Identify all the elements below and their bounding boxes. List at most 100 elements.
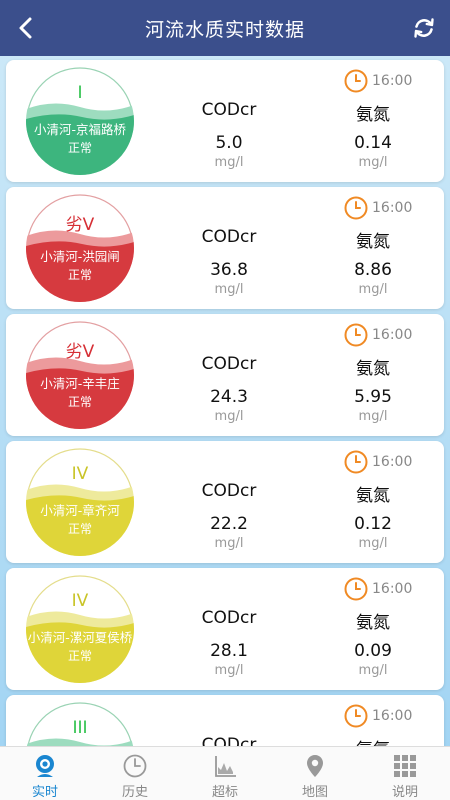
water-quality-circle: 劣V 小清河-洪园闸 正常 bbox=[26, 194, 134, 302]
clock-icon bbox=[344, 69, 368, 93]
nh-unit: mg/l bbox=[358, 409, 388, 424]
station-card[interactable]: III 16:00 CODcr 氨氮 bbox=[6, 695, 444, 746]
grade-label: III bbox=[72, 718, 88, 738]
tab-label: 说明 bbox=[391, 785, 418, 800]
station-card[interactable]: I 小清河-京福路桥 正常 16:00 CODcr 5.0 mg/l 氨氮 0.… bbox=[6, 60, 444, 182]
time-text: 16:00 bbox=[372, 708, 413, 724]
water-quality-circle: I 小清河-京福路桥 正常 bbox=[26, 67, 134, 175]
status-label: 正常 bbox=[67, 395, 92, 409]
cod-unit: mg/l bbox=[214, 155, 244, 170]
water-quality-circle: 劣V 小清河-辛丰庄 正常 bbox=[26, 321, 134, 429]
grade-label: 劣V bbox=[65, 342, 95, 362]
cod-value: 22.2 bbox=[210, 514, 248, 534]
cod-label: CODcr bbox=[201, 608, 257, 628]
update-time: 16:00 bbox=[344, 450, 412, 474]
cod-unit: mg/l bbox=[214, 409, 244, 424]
nh-value: 8.86 bbox=[354, 260, 392, 280]
station-name: 小清河-章齐河 bbox=[40, 503, 120, 518]
clock-icon bbox=[344, 323, 368, 347]
tab-map[interactable]: 地图 bbox=[270, 747, 360, 800]
refresh-button[interactable] bbox=[406, 10, 442, 46]
nh-unit: mg/l bbox=[358, 536, 388, 551]
station-card[interactable]: 劣V 小清河-辛丰庄 正常 16:00 CODcr 24.3 mg/l 氨氮 5… bbox=[6, 314, 444, 436]
update-time: 16:00 bbox=[344, 323, 412, 347]
tab-label: 超标 bbox=[211, 785, 238, 800]
nh-value: 0.09 bbox=[354, 641, 392, 661]
water-quality-circle: IV 小清河-漯河夏侯桥 正常 bbox=[26, 575, 134, 683]
chevron-left-icon bbox=[19, 17, 32, 39]
nh-label: 氨氮 bbox=[356, 359, 390, 379]
clock-icon bbox=[344, 577, 368, 601]
cod-label: CODcr bbox=[201, 481, 257, 501]
update-time: 16:00 bbox=[344, 69, 412, 93]
station-card[interactable]: 劣V 小清河-洪园闸 正常 16:00 CODcr 36.8 mg/l 氨氮 8… bbox=[6, 187, 444, 309]
time-text: 16:00 bbox=[372, 454, 413, 470]
tab-label: 地图 bbox=[301, 785, 328, 800]
grade-label: I bbox=[77, 83, 83, 103]
cod-unit: mg/l bbox=[214, 663, 244, 678]
tab-history[interactable]: 历史 bbox=[90, 747, 180, 800]
cod-value: 24.3 bbox=[210, 387, 248, 407]
nh-unit: mg/l bbox=[358, 155, 388, 170]
update-time: 16:00 bbox=[344, 577, 412, 601]
nh-label: 氨氮 bbox=[356, 613, 390, 633]
nh-value: 0.12 bbox=[354, 514, 392, 534]
clock-icon bbox=[344, 196, 368, 220]
station-name: 小清河-京福路桥 bbox=[33, 122, 126, 137]
clock-icon bbox=[344, 450, 368, 474]
map-pin-icon bbox=[307, 755, 323, 777]
grid-icon bbox=[394, 755, 416, 777]
tab-realtime[interactable]: 实时 bbox=[0, 747, 90, 800]
cod-value: 36.8 bbox=[210, 260, 248, 280]
page-title: 河流水质实时数据 bbox=[144, 18, 305, 41]
grade-label: 劣V bbox=[65, 215, 95, 235]
webcam-icon bbox=[36, 755, 54, 777]
station-name: 小清河-洪园闸 bbox=[40, 249, 120, 264]
time-text: 16:00 bbox=[372, 200, 413, 216]
cod-unit: mg/l bbox=[214, 282, 244, 297]
status-label: 正常 bbox=[67, 649, 92, 663]
tab-exceed[interactable]: 超标 bbox=[180, 747, 270, 800]
nh-label: 氨氮 bbox=[328, 735, 418, 746]
tab-bar: 实时 历史 超标 地图 说明 bbox=[0, 746, 450, 800]
cod-value: 5.0 bbox=[215, 133, 243, 153]
clock-icon bbox=[123, 754, 147, 778]
chart-icon bbox=[215, 756, 236, 777]
station-card[interactable]: IV 小清河-漯河夏侯桥 正常 16:00 CODcr 28.1 mg/l 氨氮… bbox=[6, 568, 444, 690]
water-quality-circle: IV 小清河-章齐河 正常 bbox=[26, 448, 134, 556]
nh-value: 0.14 bbox=[354, 133, 392, 153]
update-time: 16:00 bbox=[344, 196, 412, 220]
time-text: 16:00 bbox=[372, 327, 413, 343]
update-time: 16:00 bbox=[344, 704, 412, 728]
tab-label: 实时 bbox=[31, 785, 58, 800]
cod-label: CODcr bbox=[201, 227, 257, 247]
nh-label: 氨氮 bbox=[356, 486, 390, 506]
nh-unit: mg/l bbox=[358, 282, 388, 297]
nh-label: 氨氮 bbox=[356, 105, 390, 125]
grade-label: IV bbox=[71, 464, 89, 484]
cod-label: CODcr bbox=[201, 735, 257, 746]
cod-label: CODcr bbox=[201, 354, 257, 374]
nh-unit: mg/l bbox=[358, 663, 388, 678]
tab-info[interactable]: 说明 bbox=[360, 747, 450, 800]
station-card[interactable]: IV 小清河-章齐河 正常 16:00 CODcr 22.2 mg/l 氨氮 0… bbox=[6, 441, 444, 563]
water-quality-circle: III bbox=[26, 702, 134, 746]
back-button[interactable] bbox=[8, 10, 44, 46]
cod-label: CODcr bbox=[201, 100, 257, 120]
station-name: 小清河-辛丰庄 bbox=[40, 376, 120, 391]
nh-value: 5.95 bbox=[354, 387, 392, 407]
time-text: 16:00 bbox=[372, 581, 413, 597]
status-label: 正常 bbox=[67, 522, 92, 536]
station-list[interactable]: I 小清河-京福路桥 正常 16:00 CODcr 5.0 mg/l 氨氮 0.… bbox=[0, 56, 450, 746]
status-label: 正常 bbox=[67, 268, 92, 282]
nh-label: 氨氮 bbox=[356, 232, 390, 252]
time-text: 16:00 bbox=[372, 73, 413, 89]
nav-bar: 河流水质实时数据 bbox=[0, 0, 450, 56]
status-label: 正常 bbox=[67, 141, 92, 155]
grade-label: IV bbox=[71, 591, 89, 611]
cod-unit: mg/l bbox=[214, 536, 244, 551]
tab-label: 历史 bbox=[121, 785, 148, 800]
clock-icon bbox=[344, 704, 368, 728]
cod-value: 28.1 bbox=[210, 641, 248, 661]
refresh-icon bbox=[414, 18, 434, 38]
